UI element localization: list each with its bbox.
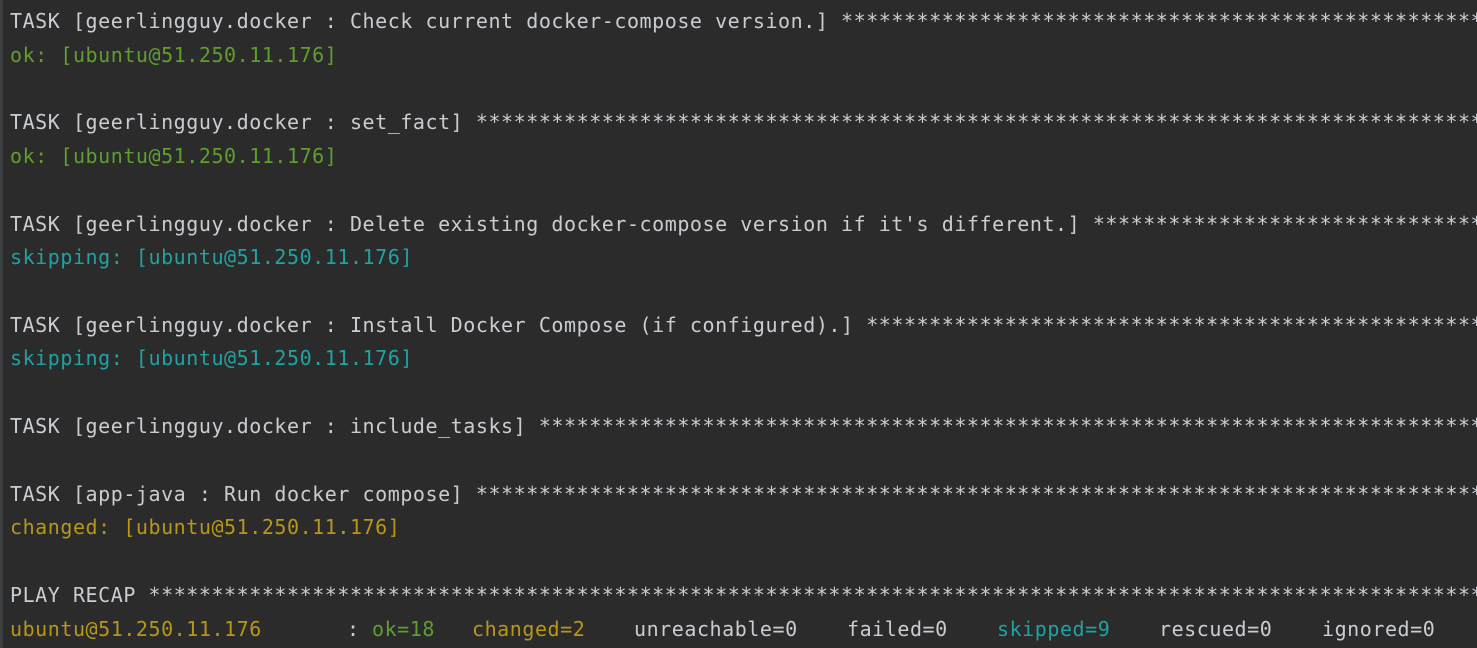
task-header: TASK [geerlingguy.docker : set_fact] ***… <box>10 108 1477 136</box>
task-result-skipping: skipping: [ubuntu@51.250.11.176] <box>10 245 413 269</box>
left-gutter <box>0 0 3 648</box>
recap-ignored-count: ignored=0 <box>1322 617 1436 641</box>
task-title: TASK [geerlingguy.docker : Check current… <box>10 9 842 33</box>
recap-title: PLAY RECAP <box>10 583 149 607</box>
recap-changed-count: changed=2 <box>472 617 586 641</box>
recap-ok-count: ok=18 <box>372 617 435 641</box>
task-header: TASK [geerlingguy.docker : Check current… <box>10 7 1477 35</box>
play-recap-header: PLAY RECAP *****************************… <box>10 581 1477 609</box>
task-title: TASK [geerlingguy.docker : Delete existi… <box>10 212 1093 236</box>
recap-host: ubuntu@51.250.11.176 <box>10 617 262 641</box>
task-stars: ****************************************… <box>475 110 1477 134</box>
task-result-changed: changed: [ubuntu@51.250.11.176] <box>10 515 401 539</box>
task-header: TASK [app-java : Run docker compose] ***… <box>10 480 1477 508</box>
task-title: TASK [geerlingguy.docker : Install Docke… <box>10 313 867 337</box>
task-result-skipping: skipping: [ubuntu@51.250.11.176] <box>10 346 413 370</box>
task-stars: ****************************************… <box>538 414 1477 438</box>
play-recap-row: ubuntu@51.250.11.176 : ok=18 changed=2 u… <box>10 615 1435 643</box>
task-result-ok: ok: [ubuntu@51.250.11.176] <box>10 144 338 168</box>
recap-skipped-count: skipped=9 <box>997 617 1111 641</box>
task-stars: ****************************************… <box>1092 212 1477 236</box>
task-title: TASK [geerlingguy.docker : set_fact] <box>10 110 476 134</box>
task-stars: ****************************************… <box>841 9 1477 33</box>
task-result-ok: ok: [ubuntu@51.250.11.176] <box>10 43 338 67</box>
task-stars: ****************************************… <box>866 313 1477 337</box>
task-header: TASK [geerlingguy.docker : Install Docke… <box>10 311 1477 339</box>
task-title: TASK [geerlingguy.docker : include_tasks… <box>10 414 539 438</box>
task-title: TASK [app-java : Run docker compose] <box>10 482 476 506</box>
recap-stars: ****************************************… <box>148 583 1477 607</box>
recap-rescued-count: rescued=0 <box>1159 617 1273 641</box>
recap-colon: : <box>347 617 360 641</box>
terminal-output[interactable]: TASK [geerlingguy.docker : Check current… <box>0 0 1477 648</box>
recap-unreachable-count: unreachable=0 <box>634 617 798 641</box>
task-header: TASK [geerlingguy.docker : Delete existi… <box>10 210 1477 238</box>
task-header: TASK [geerlingguy.docker : include_tasks… <box>10 412 1477 440</box>
recap-failed-count: failed=0 <box>847 617 948 641</box>
task-stars: ****************************************… <box>475 482 1477 506</box>
